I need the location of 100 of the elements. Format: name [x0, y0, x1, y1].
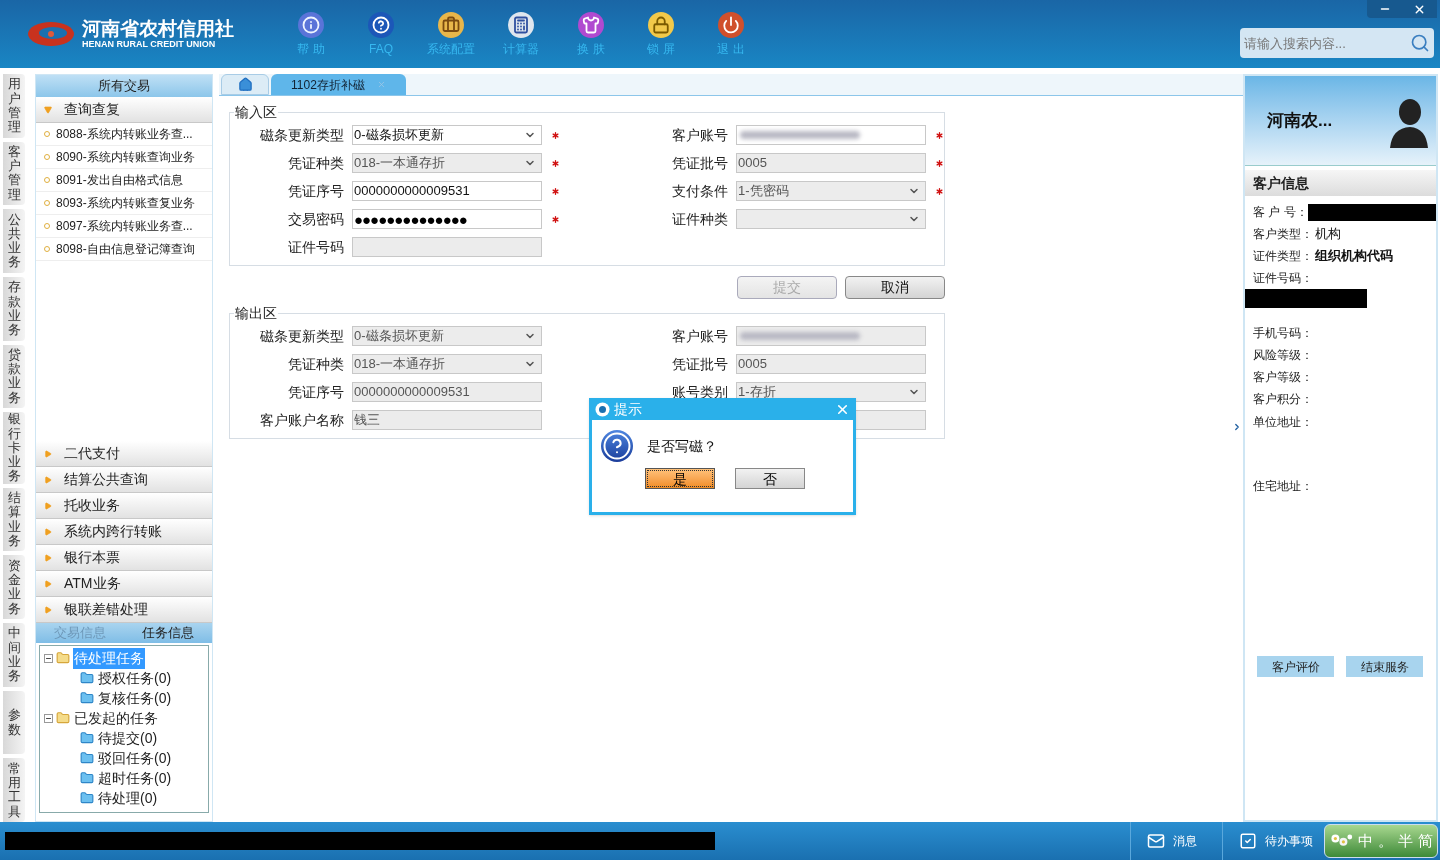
folder-icon [80, 771, 94, 785]
status-button[interactable]: 待办事项 [1222, 822, 1314, 860]
dialog-button[interactable]: 否 [734, 468, 805, 489]
faq-icon [368, 12, 394, 38]
side-tab[interactable]: 常用工具 [3, 758, 25, 823]
folder-icon [80, 751, 94, 765]
info-value: 组织机构代码 [1315, 247, 1393, 266]
folder-icon [56, 651, 70, 665]
menu-group[interactable]: 系统内跨行转账 [36, 519, 212, 545]
logo-title: 河南省农村信用社 [82, 19, 234, 38]
side-tab[interactable]: 结算业务 [3, 487, 25, 552]
folder-icon [80, 691, 94, 705]
tree-item[interactable]: 超时任务(0) [97, 767, 173, 789]
config-icon [438, 12, 464, 38]
field-label: 客户账户名称 [259, 411, 344, 430]
exit-icon [718, 12, 744, 38]
section-title: 客户信息 [1253, 173, 1309, 193]
field-label: 凭证序号 [287, 383, 344, 402]
lock-icon [648, 12, 674, 38]
field-label: 凭证批号 [671, 154, 728, 173]
folder-icon [80, 671, 94, 685]
side-tab[interactable]: 公共业务 [3, 209, 25, 273]
tree-item[interactable]: 待处理(0) [97, 787, 159, 809]
menu-group[interactable]: 二代支付 [36, 441, 212, 467]
side-tab[interactable]: 银行卡业务 [3, 412, 25, 484]
menu-group[interactable]: ATM业务 [36, 571, 212, 597]
panel-button[interactable]: 客户评价 [1257, 656, 1334, 677]
collapse-icon[interactable] [44, 653, 53, 663]
field-label: 凭证序号 [287, 182, 344, 201]
app-icon [595, 401, 610, 417]
menu-item[interactable]: 8098-自由信息登记簿查询 [36, 238, 212, 261]
menu-group[interactable]: 结算公共查询 [36, 467, 212, 493]
menu-group[interactable]: 托收业务 [36, 493, 212, 519]
calculator-icon [508, 12, 534, 38]
tree-item[interactable]: 待提交(0) [97, 727, 159, 749]
menu-item[interactable]: 8088-系统内转账业务查... [36, 123, 212, 146]
info-label: 手机号码： [1253, 325, 1313, 342]
dialog-title: 提示 [614, 399, 643, 419]
menu-item[interactable]: 8090-系统内转账查询业务 [36, 146, 212, 169]
home-icon [237, 77, 253, 92]
menu-item[interactable]: 8093-系统内转账查复业务 [36, 192, 212, 215]
logo-subtitle: HENAN RURAL CREDIT UNION [82, 40, 217, 49]
collapse-panel-icon[interactable] [1232, 422, 1242, 432]
menu-item[interactable]: 8091-发出自由格式信息 [36, 169, 212, 192]
logo-icon [26, 19, 76, 49]
menu-item[interactable]: 8097-系统内转账业务查... [36, 215, 212, 238]
field-label: 客户账号 [671, 327, 728, 346]
tree-item[interactable]: 已发起的任务 [73, 707, 159, 729]
field-label: 交易密码 [287, 210, 344, 229]
side-tab[interactable]: 客户管理 [3, 141, 25, 206]
home-tab[interactable] [221, 74, 269, 95]
menu-group[interactable]: 查询查复 [36, 97, 212, 123]
tree-item[interactable]: 复核任务(0) [97, 687, 173, 709]
section-title: 输入区 [234, 102, 278, 123]
search-field[interactable]: 请输入搜索内容... [1240, 28, 1434, 58]
sidebar-title: 所有交易 [98, 77, 150, 96]
tree-item[interactable]: 驳回任务(0) [97, 747, 173, 769]
info-label: 风险等级： [1253, 347, 1313, 364]
folder-icon [80, 791, 94, 805]
status-button[interactable]: 消息 [1130, 822, 1222, 860]
side-tab[interactable]: 用户管理 [3, 74, 25, 138]
side-tab[interactable]: 参数 [3, 690, 25, 755]
select-field[interactable]: 0-磁条损坏更新 [352, 125, 542, 145]
document-tab[interactable]: 1102存折补磁 [271, 74, 406, 95]
info-value: 机构 [1315, 225, 1341, 244]
info-label: 客户等级： [1253, 369, 1313, 386]
info-label: 客 户 号： [1253, 204, 1308, 221]
input-field[interactable] [736, 125, 926, 145]
action-button[interactable]: 取消 [845, 276, 945, 299]
input-field[interactable]: ●●●●●●●●●●●●●● [352, 209, 542, 229]
side-tab[interactable]: 贷款业务 [3, 344, 25, 409]
folder-icon [80, 731, 94, 745]
checkbox-icon [1239, 832, 1257, 850]
info-label: 证件类型： [1253, 248, 1313, 265]
field-label: 支付条件 [671, 182, 728, 201]
menu-group[interactable]: 银联差错处理 [36, 597, 212, 623]
search-icon[interactable] [1410, 33, 1430, 53]
mail-icon [1147, 832, 1165, 850]
side-tab[interactable]: 存款业务 [3, 276, 25, 341]
menu-group[interactable]: 银行本票 [36, 545, 212, 571]
panel-tab[interactable]: 任务信息 [124, 623, 212, 643]
info-label: 客户类型： [1253, 226, 1313, 243]
info-label: 证件号码： [1253, 270, 1313, 287]
collapse-icon[interactable] [44, 713, 53, 723]
field-label: 磁条更新类型 [259, 327, 344, 346]
info-label: 住宅地址： [1253, 478, 1313, 495]
field-label: 客户账号 [671, 126, 728, 145]
dialog-button[interactable]: 是 [644, 468, 715, 489]
info-label: 单位地址： [1253, 414, 1313, 431]
input-field[interactable]: 0000000000009531 [352, 181, 542, 201]
tree-item[interactable]: 授权任务(0) [97, 667, 173, 689]
panel-button[interactable]: 结束服务 [1346, 656, 1423, 677]
field-label: 凭证种类 [287, 355, 344, 374]
field-label: 凭证批号 [671, 355, 728, 374]
info-label: 客户积分： [1253, 391, 1313, 408]
field-label: 磁条更新类型 [259, 126, 344, 145]
side-tab[interactable]: 中间业务 [3, 623, 25, 687]
side-tab[interactable]: 资金业务 [3, 555, 25, 620]
field-label: 凭证种类 [287, 154, 344, 173]
field-label: 证件种类 [671, 210, 728, 229]
